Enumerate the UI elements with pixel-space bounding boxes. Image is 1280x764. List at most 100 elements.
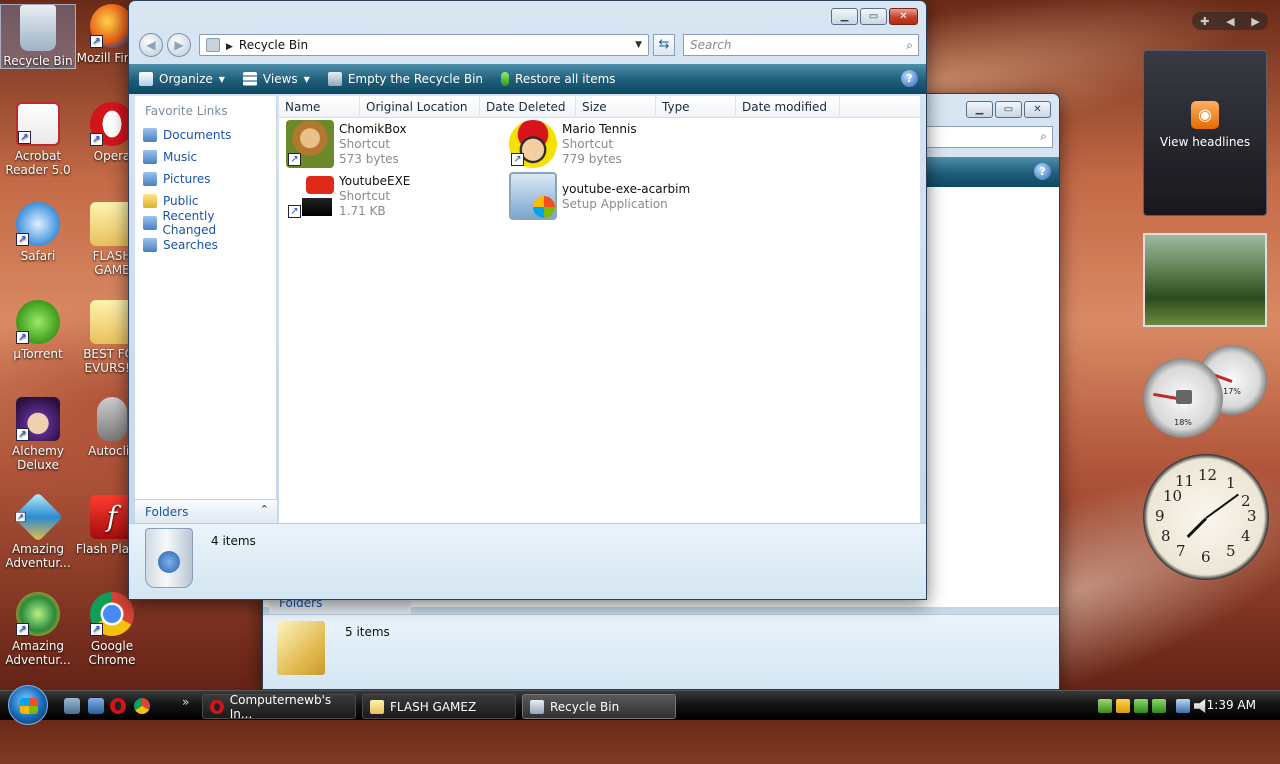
network-icon[interactable] (1176, 699, 1190, 713)
clock-numeral: 6 (1201, 548, 1211, 566)
file-size: 779 bytes (562, 152, 622, 166)
minimize-button[interactable]: ▁ (831, 8, 858, 25)
file-item[interactable]: youtube-exe-acarbim Setup Application (509, 172, 729, 222)
column-header-date-modified[interactable]: Date modified (742, 100, 827, 114)
searches-icon (143, 238, 157, 252)
file-type: Shortcut (562, 137, 614, 151)
nav-link-pictures[interactable]: Pictures (135, 168, 276, 190)
desktop-icon-acrobat[interactable]: ↗ Acrobat Reader 5.0 (0, 102, 76, 177)
view-headlines-label[interactable]: View headlines (1144, 135, 1266, 149)
organize-button[interactable]: Organize ▼ (139, 72, 225, 86)
desktop-icon-recycle-bin[interactable]: Recycle Bin (0, 4, 76, 69)
file-name: YoutubeEXE (339, 174, 411, 188)
desktop-icon-alchemy[interactable]: ↗ Alchemy Deluxe (0, 397, 76, 472)
column-header-original-location[interactable]: Original Location (366, 100, 468, 114)
rss-icon: ◉ (1191, 101, 1219, 129)
favorite-links-header: Favorite Links (145, 104, 228, 118)
window-caption-buttons: ▁ ▭ ✕ (831, 8, 918, 25)
views-button[interactable]: Views ▼ (242, 72, 310, 86)
slideshow-gadget[interactable] (1143, 233, 1267, 327)
taskbar-clock[interactable]: 1:39 AM (1207, 698, 1256, 712)
column-header-type[interactable]: Type (662, 100, 690, 114)
column-header-date-deleted[interactable]: Date Deleted (486, 100, 566, 114)
column-header-size[interactable]: Size (582, 100, 607, 114)
column-divider (735, 96, 736, 118)
maximize-button[interactable]: ▭ (995, 101, 1022, 118)
restore-all-items-button[interactable]: Restore all items (501, 72, 616, 86)
search-icon[interactable]: ⌕ (906, 35, 913, 55)
column-header-name[interactable]: Name (285, 100, 320, 114)
nav-link-recently-changed[interactable]: Recently Changed (135, 209, 276, 237)
tray-app-icon[interactable] (1098, 699, 1112, 713)
help-icon[interactable]: ? (1034, 163, 1051, 180)
back-details-pane: 5 items (263, 614, 1059, 689)
search-icon: ⌕ (1040, 129, 1047, 143)
search-input[interactable]: Search ⌕ (683, 34, 919, 56)
nav-link-documents[interactable]: Documents (135, 124, 276, 146)
chevron-down-icon: ▼ (218, 74, 225, 84)
column-divider (839, 96, 840, 118)
file-type: Setup Application (562, 197, 668, 211)
opera-quicklaunch-icon[interactable] (110, 698, 126, 714)
desktop-icon-amazing-adventures-2[interactable]: ↗ Amazing Adventur... (0, 592, 76, 667)
switch-windows-icon[interactable] (88, 698, 104, 714)
nav-link-searches[interactable]: Searches (135, 234, 276, 256)
back-search-input[interactable]: ⌕ (923, 126, 1053, 148)
empty-recycle-bin-button[interactable]: Empty the Recycle Bin (327, 72, 483, 86)
close-button[interactable]: ✕ (889, 8, 918, 25)
desktop-icon-label: Google Chrome (88, 639, 136, 667)
file-item[interactable]: ↗ YoutubeEXE Shortcut 1.71 KB (286, 172, 506, 222)
file-item[interactable]: ↗ ChomikBox Shortcut 573 bytes (286, 120, 506, 170)
nav-link-label: Public (163, 194, 199, 208)
clock-numeral: 12 (1198, 466, 1218, 484)
chevron-up-icon: ⌃ (259, 503, 269, 516)
dropdown-arrow-icon[interactable]: ▼ (635, 35, 642, 55)
recycle-bin-icon (327, 72, 342, 86)
shortcut-arrow-icon: ↗ (511, 153, 524, 166)
desktop-icon-utorrent[interactable]: ↗ µTorrent (0, 300, 76, 361)
refresh-button[interactable]: ⇆ (653, 34, 675, 56)
folders-bar[interactable]: Folders ⌃ (135, 499, 277, 523)
desktop-icon-google-chrome[interactable]: ↗ Google Chrome (74, 592, 150, 667)
recycle-logo-icon (158, 551, 180, 573)
taskbar-button-recycle-bin[interactable]: Recycle Bin (522, 694, 676, 719)
address-bar[interactable]: ▶ Recycle Bin ▼ (199, 34, 649, 56)
taskbar-button-opera[interactable]: Computernewb's In... (202, 693, 356, 721)
start-button[interactable] (8, 685, 48, 725)
nav-link-label: Pictures (163, 172, 211, 186)
back-button[interactable]: ◀ (139, 33, 163, 57)
previous-icon[interactable]: ◀ (1226, 15, 1234, 28)
chrome-quicklaunch-icon[interactable] (134, 698, 150, 714)
add-gadget-icon[interactable]: ✚ (1200, 15, 1209, 28)
breadcrumb-arrow-icon: ▶ (226, 42, 233, 52)
desktop-icon-label: Recycle Bin (3, 54, 73, 68)
minimize-button[interactable]: ▁ (966, 101, 993, 118)
setup-disc-icon (533, 196, 555, 218)
file-item[interactable]: ↗ Mario Tennis Shortcut 779 bytes (509, 120, 729, 170)
clock-numeral: 5 (1226, 542, 1236, 560)
show-desktop-icon[interactable] (64, 698, 80, 714)
taskbar-button-flash-gamez[interactable]: FLASH GAMEZ (362, 694, 516, 719)
cpu-chip-icon (1176, 390, 1192, 404)
help-icon[interactable]: ? (901, 70, 918, 87)
close-button[interactable]: ✕ (1024, 101, 1051, 118)
recycle-bin-window[interactable]: ▁ ▭ ✕ ◀ ▶ ▶ Recycle Bin ▼ ⇆ Search ⌕ Orga… (128, 0, 927, 600)
file-name: Mario Tennis (562, 122, 637, 136)
shield-icon[interactable] (1116, 699, 1130, 713)
file-list-area: Name Original Location Date Deleted Size… (279, 96, 920, 523)
clock-numeral: 7 (1176, 542, 1186, 560)
desktop-icon-amazing-adventures-1[interactable]: ↗ Amazing Adventur... (0, 492, 76, 570)
maximize-button[interactable]: ▭ (860, 8, 887, 25)
desktop-icon-safari[interactable]: ↗ Safari (0, 202, 76, 263)
tray-app-icon[interactable] (1134, 699, 1148, 713)
tray-app-icon[interactable] (1152, 699, 1166, 713)
next-icon[interactable]: ▶ (1251, 15, 1259, 28)
nav-link-music[interactable]: Music (135, 146, 276, 168)
search-placeholder: Search (690, 38, 732, 52)
acrobat-icon: ↗ (16, 102, 60, 146)
column-headers: Name Original Location Date Deleted Size… (279, 96, 920, 118)
feed-headlines-gadget[interactable]: ◉ View headlines (1143, 50, 1267, 216)
forward-button[interactable]: ▶ (167, 33, 191, 57)
quicklaunch-overflow-icon[interactable]: » (182, 695, 189, 709)
documents-icon (143, 128, 157, 142)
